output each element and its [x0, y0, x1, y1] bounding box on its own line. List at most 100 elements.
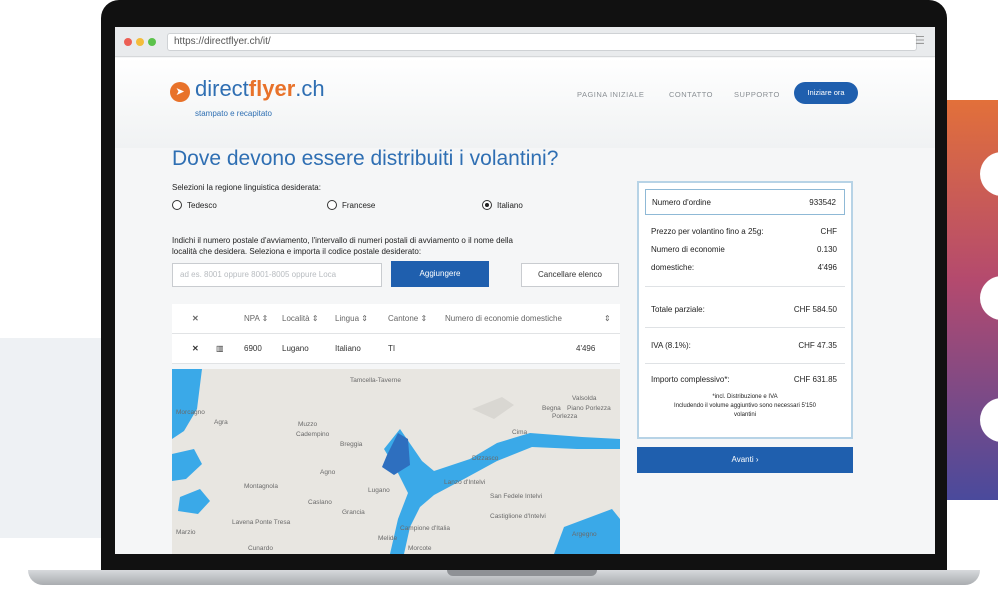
sort-icon[interactable]: ⇕	[262, 314, 269, 323]
cell-economie: 4'496	[576, 344, 596, 353]
address-bar[interactable]: https://directflyer.ch/it/	[167, 33, 917, 51]
instruction-text-line2: località che desidera. Seleziona e impor…	[172, 247, 422, 256]
column-header-label: Cantone	[388, 314, 419, 323]
divider	[645, 363, 845, 364]
column-header-npa[interactable]: NPA ⇕	[244, 314, 268, 323]
cell-lingua: Italiano	[335, 344, 361, 353]
minimize-window-icon[interactable]	[136, 38, 144, 46]
table-header-row: ✕ NPA ⇕ Località ⇕ Lingua ⇕ Cantone ⇕ Nu…	[172, 304, 620, 334]
cell-npa: 6900	[244, 344, 262, 353]
column-header-localita[interactable]: Località ⇕	[282, 314, 319, 323]
map-label: Campione d'Italia	[400, 525, 451, 532]
vat-value: CHF 47.35	[798, 341, 837, 350]
maximize-window-icon[interactable]	[148, 38, 156, 46]
map-label: Grancia	[342, 509, 365, 516]
total-value: CHF 631.85	[793, 375, 837, 384]
column-header-economie[interactable]: Numero di economie domestiche	[445, 314, 562, 323]
map-label: Agra	[214, 419, 228, 426]
order-number-box: Numero d'ordine 933542	[645, 189, 845, 215]
table-row: ✕ ▥ 6900 Lugano Italiano TI 4'496	[172, 334, 620, 364]
browser-toolbar: https://directflyer.ch/it/ ☰	[115, 27, 935, 57]
column-header-cantone[interactable]: Cantone ⇕	[388, 314, 427, 323]
map-label: Caslano	[308, 499, 332, 506]
remove-all-icon[interactable]: ✕	[192, 314, 199, 323]
map-label: Castiglione d'Intelvi	[490, 513, 546, 520]
map-label: Melide	[378, 535, 398, 542]
map-label: Muzzo	[298, 421, 318, 428]
stage: https://directflyer.ch/it/ ☰ ➤ directfly…	[0, 0, 998, 595]
map-label: Marzio	[176, 529, 196, 536]
clear-list-button[interactable]: Cancellare elenco	[521, 263, 619, 287]
nav-support-link[interactable]: SUPPORTO	[734, 90, 780, 99]
map-label: Cadempino	[296, 431, 330, 438]
radio-italiano[interactable]: Italiano	[482, 200, 523, 210]
households-label-line2: domestiche:	[651, 263, 695, 272]
map-label: Lanzo d'Intelvi	[444, 479, 486, 486]
order-summary-panel: Numero d'ordine 933542 Prezzo per volant…	[637, 181, 853, 439]
map-label: Morcagno	[176, 409, 205, 416]
next-button[interactable]: Avanti ›	[637, 447, 853, 473]
column-header-label: NPA	[244, 314, 260, 323]
price-currency: CHF	[820, 227, 837, 236]
lake-shape	[178, 489, 210, 514]
cell-cantone: TI	[388, 344, 396, 353]
radio-circle[interactable]	[172, 200, 182, 210]
browser-window: https://directflyer.ch/it/ ☰ ➤ directfly…	[115, 27, 935, 554]
map-label: Lavena Ponte Tresa	[232, 519, 291, 526]
sort-icon[interactable]: ⇕	[361, 314, 368, 323]
postal-code-input[interactable]: ad es. 8001 oppure 8001-8005 oppure Loca	[172, 263, 382, 287]
map-label: San Fedele Intelvi	[490, 493, 543, 500]
households-value: 4'496	[817, 263, 837, 272]
logo-tagline: stampato e recapitato	[195, 109, 272, 118]
radio-label: Italiano	[497, 200, 523, 210]
order-number-label: Numero d'ordine	[652, 198, 711, 207]
column-header-label: Numero di economie domestiche	[445, 314, 562, 323]
sort-icon[interactable]: ⇕	[420, 314, 427, 323]
price-label: Prezzo per volantino fino a 25g:	[651, 227, 764, 236]
radio-label: Tedesco	[187, 200, 217, 210]
page-title: Dove devono essere distribuiti i volanti…	[172, 147, 559, 170]
map-label: Agno	[320, 469, 336, 476]
radio-tedesco[interactable]: Tedesco	[172, 200, 217, 210]
close-window-icon[interactable]	[124, 38, 132, 46]
map-label: Dizzasco	[472, 455, 499, 462]
site-header: ➤ directflyer.ch stampato e recapitato P…	[115, 58, 935, 148]
divider	[645, 327, 845, 328]
hamburger-menu-icon[interactable]: ☰	[915, 35, 929, 47]
map-label: Argegno	[572, 531, 597, 538]
note-line3: volantini	[733, 412, 756, 418]
region-label: Selezioni la regione linguistica desider…	[172, 183, 321, 192]
column-header-label: Lingua	[335, 314, 360, 323]
radio-circle[interactable]	[327, 200, 337, 210]
column-header-label: Località	[282, 314, 310, 323]
postal-code-table: ✕ NPA ⇕ Località ⇕ Lingua ⇕ Cantone ⇕ Nu…	[172, 304, 620, 364]
map-label: Lugano	[368, 487, 390, 494]
map-label: Porlezza	[552, 413, 578, 420]
terrain-shape	[472, 397, 514, 419]
cell-localita: Lugano	[282, 344, 309, 353]
subtotal-label: Totale parziale:	[651, 305, 705, 314]
note-line2: Includendo il volume aggiuntivo sono nec…	[674, 403, 816, 409]
start-now-button[interactable]: Iniziare ora	[794, 82, 858, 104]
radio-circle-selected[interactable]	[482, 200, 492, 210]
radio-francese[interactable]: Francese	[327, 200, 375, 210]
add-button[interactable]: Aggiungere	[391, 261, 489, 287]
column-header-lingua[interactable]: Lingua ⇕	[335, 314, 368, 323]
sort-icon[interactable]: ⇕	[604, 314, 611, 323]
map-label: Tamcella-Taverne	[350, 377, 401, 384]
nav-home-link[interactable]: PAGINA INIZIALE	[577, 90, 644, 99]
map-label: Cima	[512, 429, 528, 436]
instruction-text-line1: Indichi il numero postale d'avviamento, …	[172, 236, 514, 245]
map-icon[interactable]: ▥	[216, 344, 224, 353]
sort-icon[interactable]: ⇕	[312, 314, 319, 323]
vat-label: IVA (8.1%):	[651, 341, 691, 350]
radio-label: Francese	[342, 200, 376, 210]
site-logo[interactable]: directflyer.ch	[195, 76, 325, 102]
nav-contact-link[interactable]: CONTATTO	[669, 90, 713, 99]
order-number-value: 933542	[809, 198, 836, 207]
remove-row-icon[interactable]: ✕	[192, 344, 199, 353]
logo-bold: flyer	[248, 76, 296, 101]
distribution-map[interactable]: Tamcella-Taverne Morcagno Agra Muzzo Bre…	[172, 369, 620, 554]
map-label: Breggia	[340, 441, 363, 448]
price-value: 0.130	[816, 245, 837, 254]
